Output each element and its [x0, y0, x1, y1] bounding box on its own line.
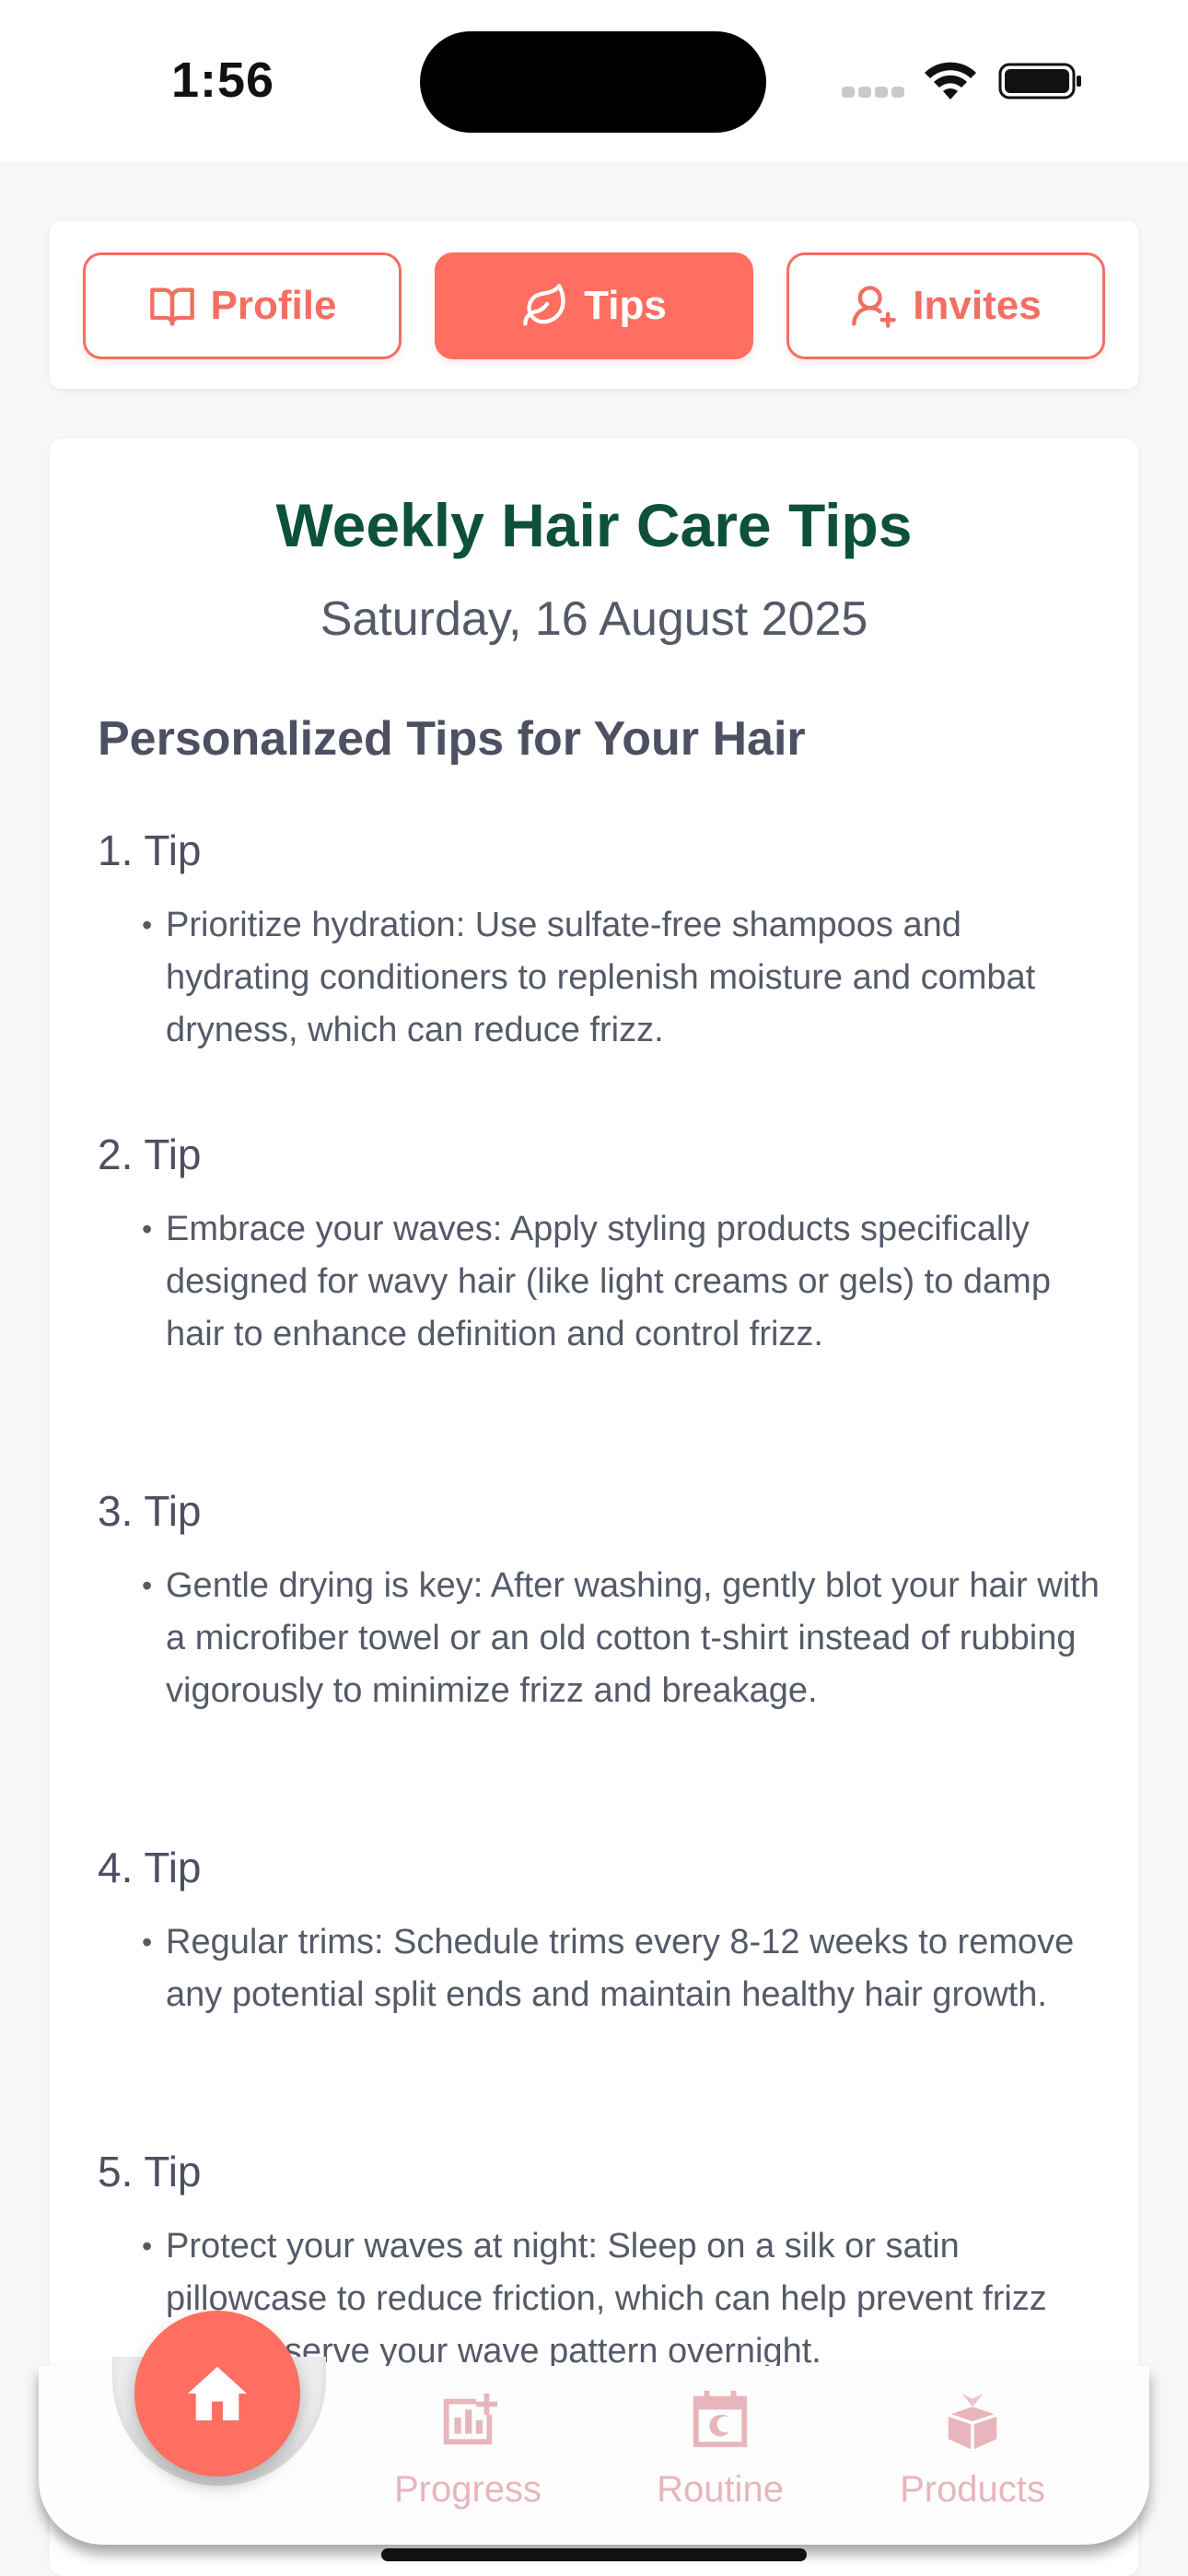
tip-text: Embrace your waves: Apply styling produc… [98, 1203, 1101, 1361]
tip-text: Gentle drying is key: After washing, gen… [98, 1560, 1101, 1717]
nav-routine[interactable]: Routine [619, 2388, 821, 2511]
tab-invites[interactable]: Invites [786, 252, 1105, 359]
tip-item: 4. Tip Regular trims: Schedule trims eve… [98, 1843, 1101, 2021]
calendar-icon [693, 2390, 748, 2448]
battery-icon [998, 63, 1081, 100]
section-title: Personalized Tips for Your Hair [98, 712, 806, 766]
status-time: 1:56 [171, 53, 275, 108]
nav-routine-label: Routine [657, 2469, 784, 2510]
dynamic-island [420, 31, 766, 133]
tip-item: 1. Tip Prioritize hydration: Use sulfate… [98, 825, 1101, 1057]
tips-card: Weekly Hair Care Tips Saturday, 16 Augus… [50, 439, 1138, 2576]
tab-tips-label: Tips [584, 283, 667, 328]
tip-item: 3. Tip Gentle drying is key: After washi… [98, 1486, 1101, 1717]
home-indicator [381, 2548, 807, 2561]
home-icon [187, 2366, 248, 2421]
nav-products-label: Products [900, 2469, 1045, 2510]
tab-profile[interactable]: Profile [83, 252, 402, 359]
gift-box-icon [948, 2393, 997, 2451]
nav-progress[interactable]: Progress [367, 2388, 569, 2511]
tip-heading: 5. Tip [98, 2148, 202, 2195]
status-bar: 1:56 [0, 0, 1188, 162]
tab-profile-label: Profile [210, 283, 337, 328]
page-title: Weekly Hair Care Tips [275, 491, 913, 559]
tip-heading: 1. Tip [98, 826, 202, 874]
tip-heading: 2. Tip [98, 1130, 202, 1178]
user-plus-icon [852, 286, 897, 328]
date-label: Saturday, 16 August 2025 [320, 592, 868, 646]
cellular-signal-icon [842, 87, 906, 98]
tip-text: Regular trims: Schedule trims every 8-12… [98, 1916, 1101, 2021]
tip-item: 2. Tip Embrace your waves: Apply styling… [98, 1130, 1101, 1361]
tip-text: Prioritize hydration: Use sulfate-free s… [98, 899, 1101, 1057]
chart-plus-icon [443, 2393, 498, 2445]
wifi-icon [925, 62, 976, 100]
tab-invites-label: Invites [913, 283, 1042, 328]
nav-products[interactable]: Products [871, 2388, 1074, 2511]
nav-progress-label: Progress [393, 2469, 542, 2510]
home-button[interactable] [134, 2311, 300, 2476]
tip-heading: 4. Tip [98, 1844, 202, 1891]
tab-bar: Profile Tips Invites [50, 221, 1138, 389]
leaf-icon [523, 284, 565, 326]
tip-heading: 3. Tip [98, 1487, 202, 1535]
tab-tips[interactable]: Tips [435, 252, 753, 359]
book-open-icon [149, 287, 194, 326]
